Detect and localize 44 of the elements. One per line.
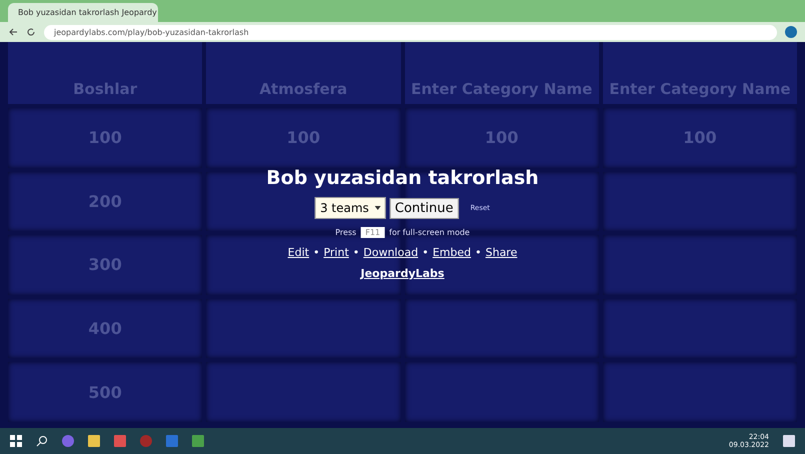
question-tile[interactable] [206, 298, 400, 358]
fullscreen-text: for full-screen mode [389, 228, 470, 237]
separator: • [313, 246, 320, 259]
brand-link[interactable]: JeopardyLabs [360, 267, 444, 280]
browser-tab[interactable]: Bob yuzasidan takrorlash Jeopardy [8, 3, 158, 22]
app-icon[interactable] [166, 435, 178, 447]
address-field[interactable]: jeopardylabs.com/play/bob-yuzasidan-takrorlash [44, 24, 777, 40]
question-tile[interactable] [602, 298, 797, 358]
separator: • [474, 246, 482, 259]
category-header: Atmosfera [206, 42, 400, 104]
press-text: Press [335, 228, 356, 237]
browser-icon[interactable] [192, 435, 204, 447]
app-icon[interactable] [140, 435, 152, 447]
app-icon[interactable] [62, 435, 74, 447]
category-header: Enter Category Name [602, 42, 797, 104]
category-header: Enter Category Name [404, 42, 599, 104]
question-tile[interactable] [602, 235, 797, 295]
menu-link[interactable]: Print [324, 246, 349, 259]
game-title: Bob yuzasidan takrorlash [266, 167, 539, 189]
app-icon[interactable] [114, 435, 126, 447]
key-label: F11 [360, 227, 386, 238]
menu-link[interactable]: Embed [432, 246, 471, 259]
folder-icon[interactable] [88, 435, 100, 447]
question-tile[interactable] [602, 362, 797, 422]
reload-icon[interactable] [26, 27, 36, 37]
tab-title: Bob yuzasidan takrorlash Jeopardy [18, 8, 157, 17]
windows-icon[interactable] [10, 435, 22, 447]
menu-link[interactable]: Edit [288, 246, 310, 259]
continue-button[interactable]: Continue [390, 198, 458, 218]
profile-icon[interactable] [785, 26, 797, 38]
back-icon[interactable] [8, 27, 18, 37]
team-select[interactable]: 3 teams [315, 197, 386, 219]
notifications-icon[interactable] [783, 435, 795, 447]
question-tile[interactable] [206, 362, 400, 422]
menu-link[interactable]: Share [485, 246, 518, 259]
question-tile[interactable] [404, 298, 599, 358]
caret-icon [374, 206, 381, 210]
separator: • [422, 246, 429, 259]
menu-link[interactable]: Download [363, 246, 418, 259]
search-icon[interactable] [36, 435, 48, 447]
separator: • [352, 246, 360, 259]
question-tile[interactable] [602, 172, 797, 232]
question-tile[interactable] [404, 362, 599, 422]
category-header: Boshlar [8, 42, 202, 104]
